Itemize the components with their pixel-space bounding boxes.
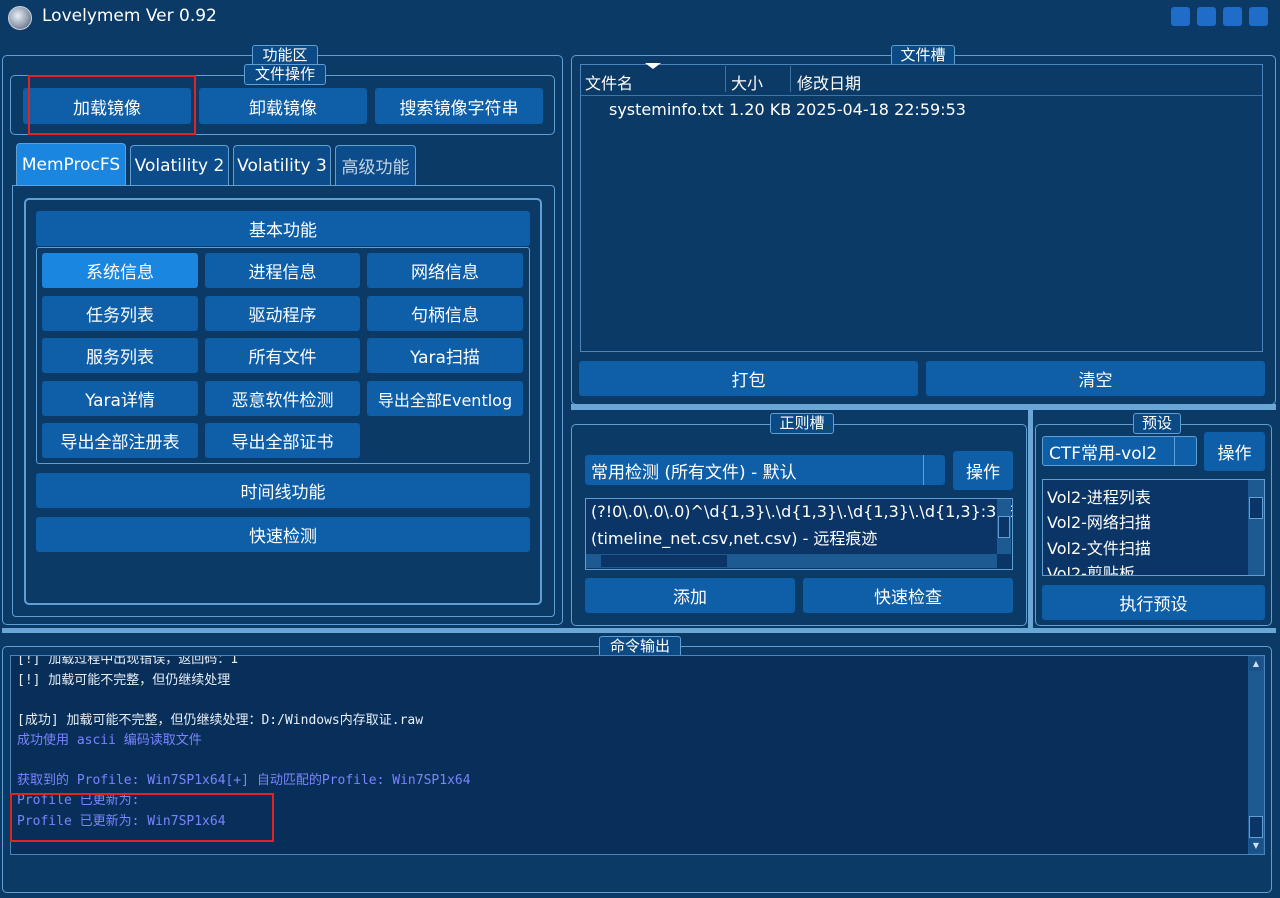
file-slot-title: 文件槽 [891,45,955,66]
window-button-1[interactable] [1171,7,1190,26]
quick-detect-button[interactable]: 快速检测 [36,517,530,552]
splitter-horizontal[interactable] [571,404,1276,410]
file-name-cell: systeminfo.txt [609,100,724,119]
regex-pattern-line: (?!0\.0\.0\.0)^\d{1,3}\.\d{1,3}\.\d{1,3}… [591,502,1013,521]
tab-advanced[interactable]: 高级功能 [335,145,416,185]
regex-operation-button[interactable]: 操作 [953,451,1013,490]
column-header-date[interactable]: 修改日期 [797,70,861,94]
service-list-button[interactable]: 服务列表 [42,338,198,373]
dropdown-arrow-icon[interactable] [923,455,945,485]
unload-image-button[interactable]: 卸载镜像 [199,88,367,124]
console-line: 获取到的 Profile: Win7SP1x64[+] 自动匹配的Profile… [17,773,471,788]
console-line: 成功使用 ascii 编码读取文件 [17,733,202,748]
title-bar: Lovelymem Ver 0.92 [0,0,1280,36]
list-item[interactable]: Vol2-进程列表 [1047,484,1151,508]
column-header-size[interactable]: 大小 [731,70,763,94]
pack-button[interactable]: 打包 [579,361,918,396]
list-item[interactable]: Vol2-文件扫描 [1047,535,1151,559]
malware-detect-button[interactable]: 恶意软件检测 [205,381,360,416]
highlight-box [10,793,274,842]
regex-desc-line: (timeline_net.csv,net.csv) - 远程痕迹 [591,529,878,548]
run-preset-button[interactable]: 执行预设 [1042,585,1265,620]
regex-vscroll-thumb[interactable] [998,516,1010,538]
regex-preset-value: 常用检测 (所有文件) - 默认 [591,462,797,483]
console-line: [成功] 加载可能不完整，但仍继续处理：D:/Windows内存取证.raw [17,713,424,728]
basic-functions-header[interactable]: 基本功能 [36,211,530,246]
regex-slot-title: 正则槽 [770,413,834,434]
splitter-vertical[interactable] [1028,410,1033,628]
handle-info-button[interactable]: 句柄信息 [367,296,523,331]
file-ops-title: 文件操作 [244,64,326,85]
window-button-3[interactable] [1223,7,1242,26]
file-size-cell: 1.20 KB [729,100,792,119]
preset-title: 预设 [1133,413,1181,434]
column-divider [790,66,791,92]
export-certs-button[interactable]: 导出全部证书 [205,423,360,458]
function-area-title: 功能区 [252,45,318,66]
preset-scroll-thumb[interactable] [1249,497,1263,519]
window-button-4[interactable] [1249,7,1268,26]
all-files-button[interactable]: 所有文件 [205,338,360,373]
splitter-bottom[interactable] [2,628,1276,633]
scroll-down-icon[interactable]: ▼ [1249,839,1263,853]
timeline-button[interactable]: 时间线功能 [36,473,530,508]
app-logo-icon [8,6,32,30]
table-row[interactable]: systeminfo.txt 1.20 KB 2025-04-18 22:59:… [581,96,1262,122]
regex-hscroll-thumb[interactable] [601,555,727,567]
list-item[interactable]: Vol2-网络扫描 [1047,509,1151,533]
system-info-button[interactable]: 系统信息 [42,253,198,288]
tab-volatility-3[interactable]: Volatility 3 [233,145,331,185]
column-divider [725,66,726,92]
quick-check-button[interactable]: 快速检查 [803,578,1013,613]
console-scroll-thumb[interactable] [1249,816,1263,838]
preset-value: CTF常用-vol2 [1049,443,1158,464]
console-line: [!] 加载过程中出现错误，返回码：1 [17,655,239,667]
dropdown-arrow-icon[interactable] [1174,437,1196,465]
preset-operation-button[interactable]: 操作 [1204,432,1265,471]
yara-details-button[interactable]: Yara详情 [42,381,198,416]
preset-scrollbar[interactable] [1248,480,1264,575]
preset-list[interactable]: Vol2-进程列表 Vol2-网络扫描 Vol2-文件扫描 Vol2-剪贴板 [1042,479,1265,576]
clear-button[interactable]: 清空 [926,361,1265,396]
export-registry-button[interactable]: 导出全部注册表 [42,423,198,458]
add-regex-button[interactable]: 添加 [585,578,795,613]
list-item[interactable]: Vol2-剪贴板 [1047,560,1135,575]
console-title: 命令输出 [599,636,681,657]
tab-volatility-2[interactable]: Volatility 2 [130,145,229,185]
drivers-button[interactable]: 驱动程序 [205,296,360,331]
scroll-up-icon[interactable]: ▲ [1249,657,1263,671]
process-info-button[interactable]: 进程信息 [205,253,360,288]
highlight-box [28,75,196,135]
preset-select[interactable]: CTF常用-vol2 [1042,436,1197,466]
task-list-button[interactable]: 任务列表 [42,296,198,331]
console-line: [!] 加载可能不完整，但仍继续处理 [17,673,231,688]
regex-preset-select[interactable]: 常用检测 (所有文件) - 默认 [585,455,945,485]
search-image-strings-button[interactable]: 搜索镜像字符串 [375,88,543,124]
window-title: Lovelymem Ver 0.92 [42,6,217,26]
window-button-2[interactable] [1197,7,1216,26]
network-info-button[interactable]: 网络信息 [367,253,523,288]
file-date-cell: 2025-04-18 22:59:53 [796,100,966,119]
export-eventlog-button[interactable]: 导出全部Eventlog [367,381,523,416]
column-header-name[interactable]: 文件名 [585,70,633,94]
tab-memprocfs[interactable]: MemProcFS [16,143,126,185]
yara-scan-button[interactable]: Yara扫描 [367,338,523,373]
